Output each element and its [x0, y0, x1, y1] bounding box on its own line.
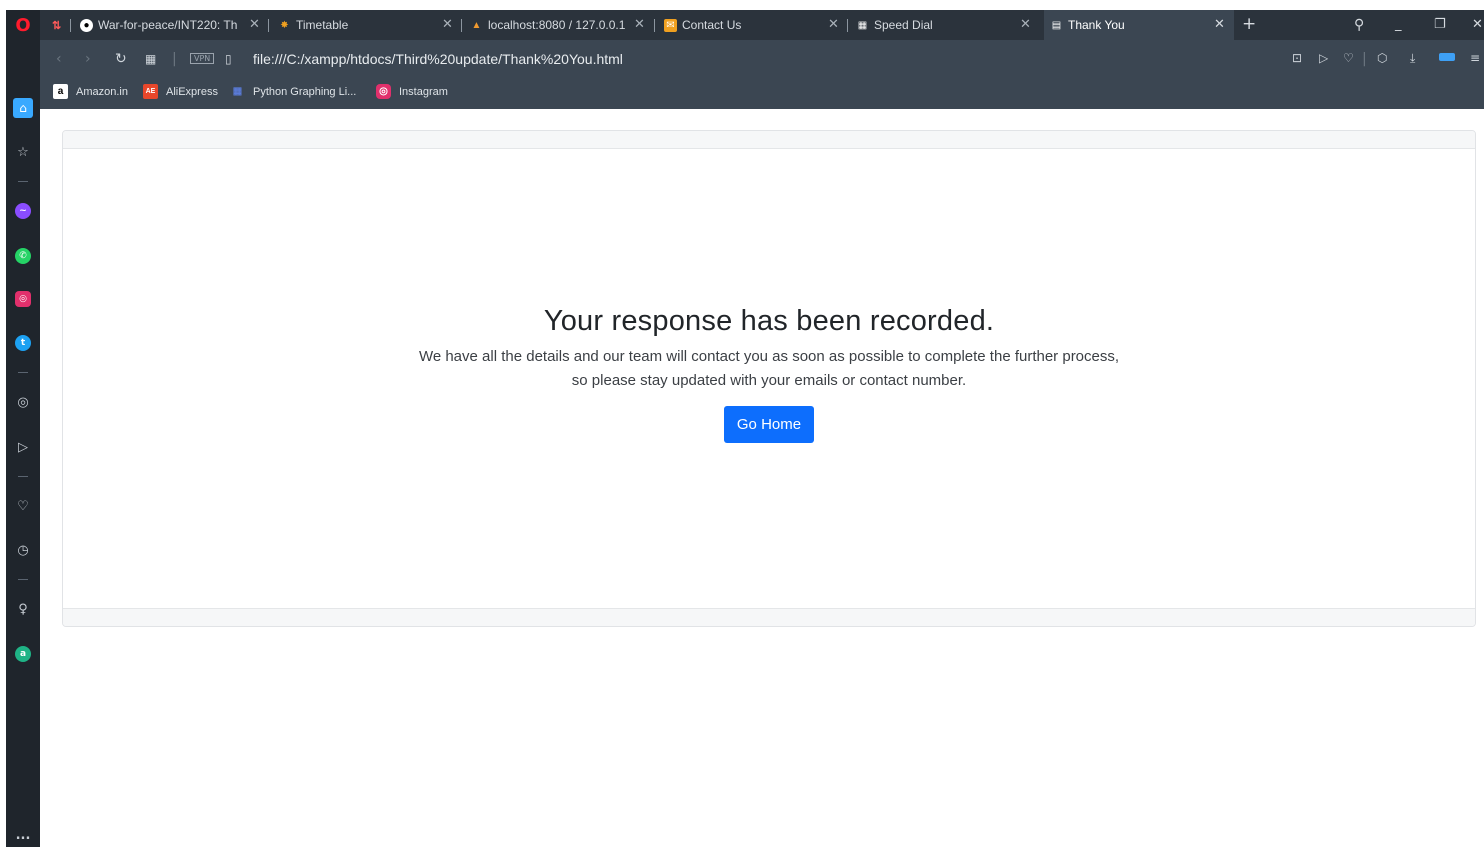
- timetable-icon: ✸: [280, 19, 289, 31]
- send-icon[interactable]: ▷: [6, 436, 40, 458]
- bookmark-python-graphing[interactable]: ▦ Python Graphing Li...: [230, 84, 357, 99]
- tab-grid-icon[interactable]: ▦: [145, 52, 156, 66]
- player-icon[interactable]: ◎: [6, 391, 40, 413]
- tab-label: Thank You: [1068, 18, 1125, 32]
- python-graphing-icon: ▦: [232, 86, 243, 97]
- github-icon: ●: [80, 18, 93, 32]
- history-icon[interactable]: ◷: [6, 539, 40, 561]
- messenger-icon[interactable]: ~: [6, 200, 40, 222]
- url-field[interactable]: file:///C:/xampp/htdocs/Third%20update/T…: [253, 51, 623, 67]
- lightbulb-icon[interactable]: ♀: [6, 598, 40, 620]
- tab-label: War-for-peace/INT220: Th: [98, 18, 238, 32]
- mail-icon: ✉: [664, 18, 677, 32]
- page-viewport: Your response has been recorded. We have…: [40, 109, 1484, 847]
- file-icon: ▤: [1051, 19, 1062, 31]
- close-tab-icon[interactable]: ✕: [442, 17, 453, 32]
- bookmark-aliexpress[interactable]: AE AliExpress: [143, 84, 218, 99]
- bookmark-label: Python Graphing Li...: [253, 85, 357, 98]
- download-icon[interactable]: ⤓: [1410, 51, 1415, 66]
- flow-icon[interactable]: ▷: [1319, 51, 1328, 65]
- address-bar: ‹ › ↻ ▦ | VPN ▯ file:///C:/xampp/htdocs/…: [40, 40, 1484, 78]
- bookmark-instagram[interactable]: ◎ Instagram: [376, 84, 448, 99]
- tab-label: localhost:8080 / 127.0.0.1 /: [488, 18, 628, 32]
- bookmark-label: Instagram: [399, 85, 448, 98]
- restore-icon[interactable]: ❐: [1434, 17, 1446, 32]
- tab-label: Contact Us: [682, 18, 742, 32]
- thank-you-card: Your response has been recorded. We have…: [62, 130, 1476, 627]
- vpn-badge[interactable]: VPN: [190, 53, 215, 64]
- page-title: Your response has been recorded.: [543, 305, 995, 337]
- opera-logo-icon[interactable]: O: [6, 10, 40, 40]
- tab-phpmyadmin[interactable]: ▲ localhost:8080 / 127.0.0.1 /: [470, 10, 628, 40]
- instagram-sidebar-icon[interactable]: ◎: [6, 288, 40, 310]
- reload-icon[interactable]: ↻: [115, 51, 127, 67]
- phpmyadmin-icon: ▲: [471, 19, 482, 31]
- tab-timetable[interactable]: ✸ Timetable: [278, 10, 428, 40]
- tab-contact-us[interactable]: ✉ Contact Us: [664, 10, 824, 40]
- close-tab-icon[interactable]: ✕: [828, 17, 839, 32]
- card-footer: [63, 608, 1475, 626]
- card-header: [63, 131, 1475, 149]
- close-tab-icon[interactable]: ✕: [249, 17, 260, 32]
- close-tab-icon[interactable]: ✕: [1020, 17, 1031, 32]
- close-window-icon[interactable]: ✕: [1472, 17, 1483, 32]
- new-tab-icon[interactable]: +: [1242, 14, 1256, 34]
- amazon-icon: a: [53, 84, 68, 99]
- tab-github[interactable]: ● War-for-peace/INT220: Th: [80, 10, 256, 40]
- browser-sidebar: O ⌂ ☆ ~ ✆ ◎ t ◎ ▷ ♡ ◷ ♀ a ...: [6, 10, 40, 847]
- close-tab-icon[interactable]: ✕: [1214, 17, 1225, 32]
- star-icon[interactable]: ☆: [6, 141, 40, 163]
- tab-menu-icon[interactable]: ⇅: [52, 10, 61, 40]
- tab-speed-dial[interactable]: ▦ Speed Dial: [856, 10, 1016, 40]
- heart-icon[interactable]: ♡: [6, 495, 40, 517]
- bookmarks-bar: a Amazon.in AE AliExpress ▦ Python Graph…: [40, 78, 1484, 109]
- whatsapp-icon[interactable]: ✆: [6, 245, 40, 267]
- more-icon[interactable]: ...: [6, 824, 40, 846]
- page-info-icon[interactable]: ▯: [225, 52, 232, 66]
- message-line-2: so please stay updated with your emails …: [571, 372, 967, 389]
- instagram-icon: ◎: [376, 84, 391, 99]
- bookmark-amazon[interactable]: a Amazon.in: [53, 84, 128, 99]
- extensions-icon[interactable]: ⬡: [1377, 51, 1387, 65]
- back-icon[interactable]: ‹: [56, 51, 62, 67]
- go-home-button[interactable]: Go Home: [723, 406, 815, 443]
- snapshot-icon[interactable]: ⊡: [1292, 51, 1302, 65]
- tab-label: Timetable: [296, 18, 349, 32]
- speed-dial-icon: ▦: [857, 19, 868, 31]
- twitter-icon[interactable]: t: [6, 332, 40, 354]
- minimize-icon[interactable]: _: [1395, 17, 1402, 32]
- tab-search-icon[interactable]: ⚲: [1354, 17, 1364, 33]
- message-line-1: We have all the details and our team wil…: [418, 348, 1120, 365]
- tab-label: Speed Dial: [874, 18, 933, 32]
- tab-bar: ⇅ ● War-for-peace/INT220: Th ✕ ✸ Timetab…: [40, 10, 1484, 40]
- forward-icon[interactable]: ›: [85, 51, 91, 67]
- aliexpress-icon: AE: [143, 84, 158, 99]
- easy-setup-icon[interactable]: ≡: [1470, 51, 1480, 65]
- close-tab-icon[interactable]: ✕: [634, 17, 645, 32]
- home-icon[interactable]: ⌂: [6, 97, 40, 119]
- aria-icon[interactable]: a: [6, 643, 40, 665]
- bookmark-label: Amazon.in: [76, 85, 128, 98]
- tab-thank-you[interactable]: ▤ Thank You: [1044, 10, 1234, 40]
- card-body: Your response has been recorded. We have…: [63, 305, 1475, 443]
- bookmark-label: AliExpress: [166, 85, 218, 98]
- bookmark-heart-icon[interactable]: ♡: [1343, 51, 1354, 65]
- battery-icon[interactable]: [1439, 53, 1455, 61]
